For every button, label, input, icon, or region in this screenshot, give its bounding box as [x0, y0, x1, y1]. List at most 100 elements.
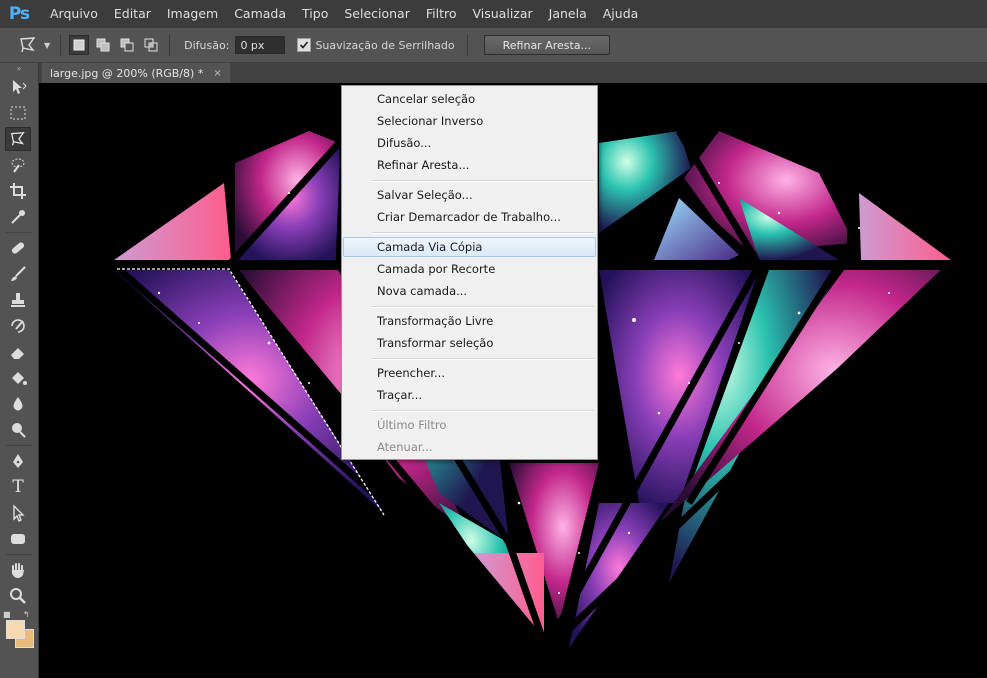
swap-colors-icon[interactable]: ↰: [23, 610, 30, 619]
eyedropper-icon: [11, 210, 25, 224]
menu-filtro[interactable]: Filtro: [418, 0, 465, 28]
menu-item-new-layer[interactable]: Nova camada...: [343, 281, 596, 301]
menu-separator: [372, 232, 594, 234]
history-brush-tool[interactable]: [5, 314, 31, 338]
menu-separator: [372, 306, 594, 308]
blur-tool[interactable]: [5, 392, 31, 416]
intersect-selection-button[interactable]: [141, 35, 161, 55]
blur-icon: [13, 397, 23, 411]
crop-icon: [10, 183, 26, 199]
menu-separator: [372, 410, 594, 412]
photoshop-logo: Ps: [8, 4, 30, 24]
hand-tool[interactable]: [5, 558, 31, 582]
foreground-color-swatch[interactable]: [6, 620, 25, 639]
refine-edge-button[interactable]: Refinar Aresta...: [483, 35, 611, 55]
antialias-checkbox[interactable]: [297, 38, 312, 52]
polygonal-lasso-tool[interactable]: [5, 127, 31, 151]
menu-camada[interactable]: Camada: [226, 0, 294, 28]
document-tab-bar: large.jpg @ 200% (RGB/8) * ×: [39, 63, 987, 83]
toolbox-grip[interactable]: »: [0, 63, 38, 73]
chevron-down-icon: ▼: [44, 40, 51, 50]
close-icon[interactable]: ×: [213, 68, 221, 79]
new-selection-icon: [73, 39, 85, 51]
default-colors-icon[interactable]: ■: [3, 610, 11, 619]
menu-item-free-transform[interactable]: Transformação Livre: [343, 311, 596, 331]
menu-item-transform-selection[interactable]: Transformar seleção: [343, 333, 596, 353]
pen-tool[interactable]: [5, 449, 31, 473]
brush-tool[interactable]: [5, 262, 31, 286]
new-selection-button[interactable]: [69, 35, 90, 55]
menu-janela[interactable]: Janela: [541, 0, 595, 28]
zoom-tool[interactable]: [5, 584, 31, 608]
checkmark-icon: [300, 41, 309, 49]
divider: [6, 554, 32, 555]
quick-selection-tool[interactable]: [5, 153, 31, 177]
crop-tool[interactable]: [5, 179, 31, 203]
zoom-icon: [10, 588, 26, 604]
divider: [6, 445, 32, 446]
path-selection-icon: [13, 504, 25, 522]
hand-icon: [12, 563, 24, 578]
clone-stamp-tool[interactable]: [5, 288, 31, 312]
options-bar: ▼ Difusão: Suavização de Serrilhado Refi…: [0, 28, 987, 63]
add-to-selection-button[interactable]: [93, 35, 113, 55]
menu-item-stroke[interactable]: Traçar...: [343, 385, 596, 405]
menu-tipo[interactable]: Tipo: [294, 0, 336, 28]
pen-icon: [13, 454, 23, 468]
menu-item-refine-edge[interactable]: Refinar Aresta...: [343, 155, 596, 175]
polygonal-lasso-icon: [10, 131, 25, 146]
menu-bar: Ps Arquivo Editar Imagem Camada Tipo Sel…: [0, 0, 987, 28]
menu-selecionar[interactable]: Selecionar: [336, 0, 418, 28]
menu-imagem[interactable]: Imagem: [159, 0, 226, 28]
menu-editar[interactable]: Editar: [106, 0, 159, 28]
menu-separator: [372, 180, 594, 182]
polygonal-lasso-icon: [20, 37, 36, 53]
subtract-selection-icon: [120, 38, 134, 52]
move-tool[interactable]: [5, 75, 31, 99]
context-menu: Cancelar seleção Selecionar Inverso Difu…: [341, 85, 598, 460]
add-selection-icon: [96, 38, 110, 52]
path-selection-tool[interactable]: [5, 501, 31, 525]
shape-tool[interactable]: [5, 527, 31, 551]
marquee-icon: [10, 106, 26, 120]
divider: [169, 34, 171, 56]
menu-item-select-inverse[interactable]: Selecionar Inverso: [343, 111, 596, 131]
menu-item-cancel-selection[interactable]: Cancelar seleção: [343, 89, 596, 109]
menu-item-layer-via-cut[interactable]: Camada por Recorte: [343, 259, 596, 279]
color-swatches: ■ ↰: [0, 610, 36, 656]
history-brush-icon: [11, 319, 25, 333]
document-tab[interactable]: large.jpg @ 200% (RGB/8) * ×: [42, 63, 230, 83]
dodge-icon: [12, 423, 26, 438]
healing-brush-icon: [11, 242, 25, 254]
type-icon: T: [12, 477, 24, 497]
antialias-label: Suavização de Serrilhado: [315, 38, 455, 52]
menu-visualizar[interactable]: Visualizar: [465, 0, 541, 28]
healing-brush-tool[interactable]: [5, 236, 31, 260]
feather-input[interactable]: [235, 36, 286, 54]
menu-item-fill[interactable]: Preencher...: [343, 363, 596, 383]
marquee-tool[interactable]: [5, 101, 31, 125]
subtract-from-selection-button[interactable]: [117, 35, 137, 55]
divider: [466, 34, 468, 56]
menu-item-fade: Atenuar...: [377, 440, 433, 454]
eraser-tool[interactable]: [5, 340, 31, 364]
menu-item-make-work-path[interactable]: Criar Demarcador de Trabalho...: [343, 207, 596, 227]
toolbox: » T ■ ↰: [0, 63, 39, 678]
tool-preset-picker[interactable]: ▼: [18, 36, 50, 54]
intersect-selection-icon: [144, 38, 158, 52]
eyedropper-tool[interactable]: [5, 205, 31, 229]
menu-ajuda[interactable]: Ajuda: [595, 0, 647, 28]
paint-bucket-tool[interactable]: [5, 366, 31, 390]
move-icon: [13, 80, 27, 94]
quick-selection-icon: [11, 158, 25, 173]
menu-item-layer-via-copy[interactable]: Camada Via Cópia: [343, 237, 596, 257]
menu-item-feather[interactable]: Difusão...: [343, 133, 596, 153]
menu-item-last-filter: Último Filtro: [377, 418, 447, 432]
dodge-tool[interactable]: [5, 418, 31, 442]
menu-item-save-selection[interactable]: Salvar Seleção...: [343, 185, 596, 205]
menu-separator: [372, 358, 594, 360]
eraser-icon: [11, 348, 24, 359]
menu-arquivo[interactable]: Arquivo: [42, 0, 106, 28]
paint-bucket-icon: [12, 372, 27, 385]
type-tool[interactable]: T: [5, 475, 31, 499]
